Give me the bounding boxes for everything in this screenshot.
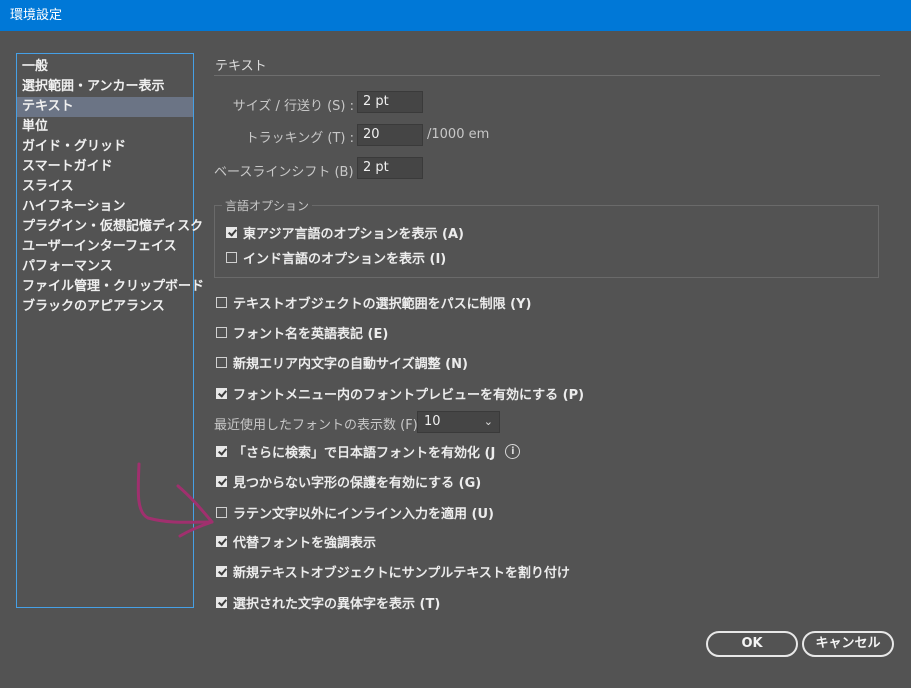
tracking-unit: /1000 em (427, 127, 490, 142)
font-names-english-label: フォント名を英語表記 (E) (233, 326, 389, 342)
auto-size-area-type-checkbox[interactable]: 新規エリア内文字の自動サイズ調整 (N) (216, 353, 468, 372)
tracking-input[interactable]: 20 (357, 124, 423, 146)
annotation-arrow-icon (136, 462, 214, 538)
missing-glyph-protection-label: 見つからない字形の保護を有効にする (G) (233, 475, 482, 491)
checkbox-unchecked-icon (216, 326, 227, 338)
fill-placeholder-text-checkbox[interactable]: 新規テキストオブジェクトにサンプルテキストを割り付け (216, 562, 570, 581)
cancel-button[interactable]: キャンセル (802, 631, 894, 657)
indic-options-checkbox[interactable]: インド言語のオプションを表示 (I) (226, 248, 447, 267)
sidebar-item-smart-guides[interactable]: スマートガイド (17, 157, 193, 177)
recent-fonts-select[interactable]: 10 ⌄ (417, 411, 500, 433)
checkbox-checked-icon (216, 387, 227, 399)
inline-input-non-latin-label: ラテン文字以外にインライン入力を適用 (U) (233, 506, 494, 522)
font-names-english-checkbox[interactable]: フォント名を英語表記 (E) (216, 323, 389, 342)
tracking-label: トラッキング (T) : (245, 131, 354, 146)
window-title-bar: 環境設定 (0, 0, 911, 31)
window-title: 環境設定 (10, 8, 63, 23)
chevron-down-icon: ⌄ (483, 415, 493, 428)
inline-input-non-latin-checkbox[interactable]: ラテン文字以外にインライン入力を適用 (U) (216, 503, 494, 522)
sidebar-item-units[interactable]: 単位 (17, 117, 193, 137)
size-leading-input[interactable]: 2 pt (357, 91, 423, 113)
size-leading-label: サイズ / 行送り (S) : (232, 99, 354, 114)
sidebar-item-file-handling[interactable]: ファイル管理・クリップボード (17, 277, 204, 297)
sidebar-item-black-appearance[interactable]: ブラックのアピアランス (17, 297, 193, 317)
panel-title: テキスト (215, 59, 267, 74)
checkbox-checked-icon (226, 226, 237, 238)
sidebar-item-guides-grid[interactable]: ガイド・グリッド (17, 137, 193, 157)
japanese-font-search-checkbox[interactable]: 「さらに検索」で日本語フォントを有効化 (J i (216, 442, 521, 461)
show-alternate-glyphs-label: 選択された文字の異体字を表示 (T) (233, 596, 441, 612)
info-icon[interactable]: i (505, 443, 521, 459)
checkbox-checked-icon (216, 596, 227, 608)
fill-placeholder-text-label: 新規テキストオブジェクトにサンプルテキストを割り付け (233, 565, 570, 581)
indic-options-label: インド言語のオプションを表示 (I) (243, 251, 447, 267)
east-asian-options-checkbox[interactable]: 東アジア言語のオプションを表示 (A) (226, 223, 464, 242)
sidebar-item-performance[interactable]: パフォーマンス (17, 257, 193, 277)
sidebar-item-plugins-scratch[interactable]: プラグイン・仮想記憶ディスク (17, 217, 203, 237)
baseline-shift-label: ベースラインシフト (B) : (214, 165, 363, 180)
ok-button[interactable]: OK (706, 631, 798, 657)
type-object-selection-checkbox[interactable]: テキストオブジェクトの選択範囲をパスに制限 (Y) (216, 293, 532, 312)
show-alternate-glyphs-checkbox[interactable]: 選択された文字の異体字を表示 (T) (216, 593, 441, 612)
type-object-selection-label: テキストオブジェクトの選択範囲をパスに制限 (Y) (233, 296, 532, 312)
japanese-font-search-label: 「さらに検索」で日本語フォントを有効化 (J (233, 445, 496, 461)
font-preview-label: フォントメニュー内のフォントプレビューを有効にする (P) (233, 387, 585, 403)
language-options-group (214, 205, 879, 278)
highlight-substituted-fonts-checkbox[interactable]: 代替フォントを強調表示 (216, 532, 377, 551)
font-preview-checkbox[interactable]: フォントメニュー内のフォントプレビューを有効にする (P) (216, 384, 585, 403)
checkbox-unchecked-icon (226, 251, 237, 263)
sidebar-item-general[interactable]: 一般 (17, 57, 193, 77)
sidebar-item-selection-anchor[interactable]: 選択範囲・アンカー表示 (17, 77, 193, 97)
highlight-substituted-fonts-label: 代替フォントを強調表示 (233, 535, 377, 551)
east-asian-options-label: 東アジア言語のオプションを表示 (A) (243, 226, 464, 242)
recent-fonts-value: 10 (424, 414, 441, 429)
sidebar-item-user-interface[interactable]: ユーザーインターフェイス (17, 237, 193, 257)
sidebar-item-hyphenation[interactable]: ハイフネーション (17, 197, 193, 217)
baseline-shift-input[interactable]: 2 pt (357, 157, 423, 179)
checkbox-checked-icon (216, 445, 227, 457)
auto-size-area-type-label: 新規エリア内文字の自動サイズ調整 (N) (233, 356, 468, 372)
checkbox-unchecked-icon (216, 296, 227, 308)
sidebar-item-type[interactable]: テキスト (17, 97, 193, 117)
panel-title-divider (214, 75, 880, 76)
recent-fonts-label: 最近使用したフォントの表示数 (F) : (214, 418, 427, 433)
missing-glyph-protection-checkbox[interactable]: 見つからない字形の保護を有効にする (G) (216, 472, 482, 491)
language-options-legend: 言語オプション (222, 197, 313, 214)
checkbox-checked-icon (216, 565, 227, 577)
sidebar-item-slices[interactable]: スライス (17, 177, 193, 197)
checkbox-unchecked-icon (216, 356, 227, 368)
